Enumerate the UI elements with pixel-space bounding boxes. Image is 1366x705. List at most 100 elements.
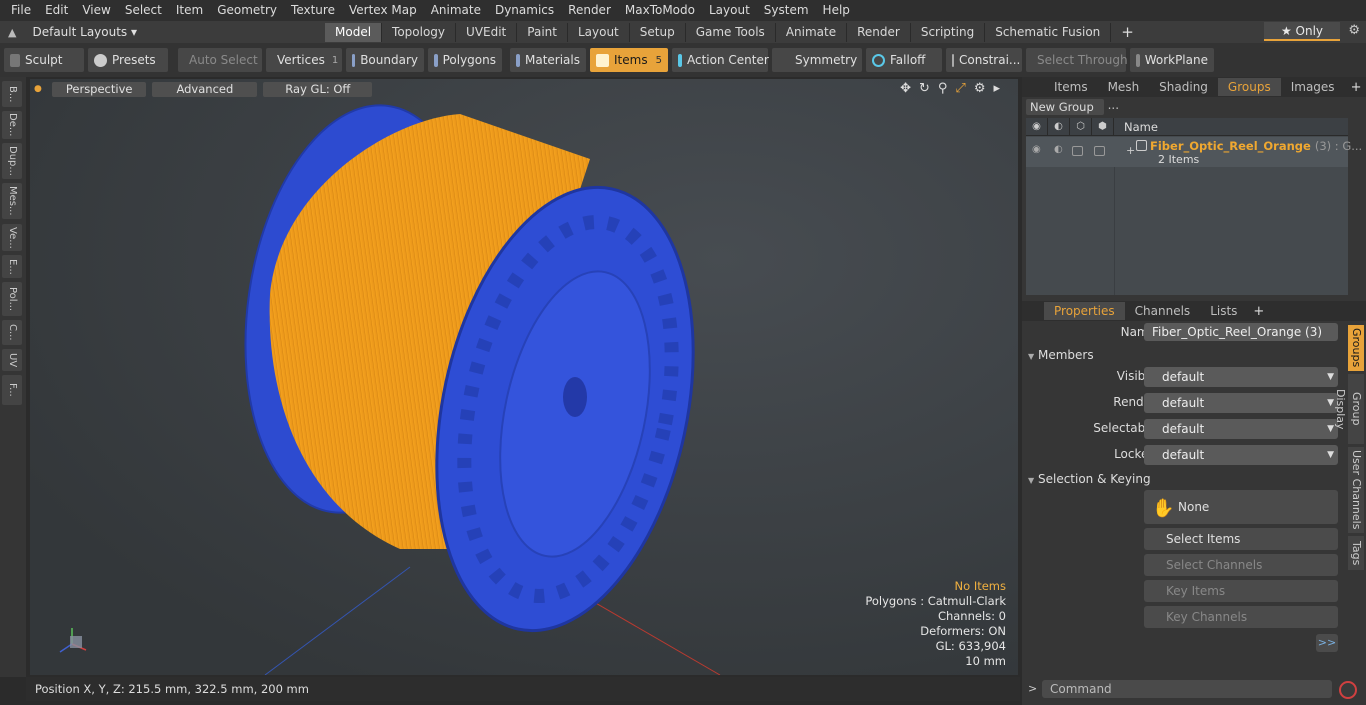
only-button[interactable]: ★ Only <box>1264 22 1340 41</box>
name-column-header[interactable]: Name <box>1124 120 1158 134</box>
menu-animate[interactable]: Animate <box>424 0 488 21</box>
tab-animate[interactable]: Animate <box>776 22 848 42</box>
tab-layout[interactable]: Layout <box>568 22 630 42</box>
left-strip-tab-0[interactable]: B... <box>2 81 22 107</box>
select-col-icon[interactable]: ⬡ <box>1070 117 1092 136</box>
gear-icon[interactable]: ⚙ <box>1348 23 1360 38</box>
default-layouts-label[interactable]: Default Layouts ▾ <box>32 25 137 39</box>
prop-tab-lists[interactable]: Lists <box>1200 302 1247 320</box>
panel-tab-items[interactable]: Items <box>1044 78 1098 96</box>
tab-scripting[interactable]: Scripting <box>911 22 986 42</box>
tab-model[interactable]: Model <box>325 22 383 42</box>
advanced-button[interactable]: Advanced <box>152 81 258 97</box>
menu-help[interactable]: Help <box>816 0 857 21</box>
tab-paint[interactable]: Paint <box>517 22 568 42</box>
menu-select[interactable]: Select <box>118 0 169 21</box>
menu-render[interactable]: Render <box>561 0 618 21</box>
tab-game-tools[interactable]: Game Tools <box>686 22 776 42</box>
workplane-button[interactable]: WorkPlane <box>1130 48 1214 72</box>
menu-geometry[interactable]: Geometry <box>210 0 284 21</box>
none-button[interactable]: ✋ None <box>1144 490 1338 524</box>
left-strip-tab-2[interactable]: Dup... <box>2 143 22 179</box>
lock-col-icon[interactable]: ⬢ <box>1092 117 1114 136</box>
locked-select[interactable]: default ▼ <box>1144 445 1338 465</box>
menu-system[interactable]: System <box>757 0 816 21</box>
add-tab-icon[interactable]: + <box>1111 23 1144 41</box>
menu-file[interactable]: File <box>4 0 38 21</box>
prop-add-tab-icon[interactable]: + <box>1247 304 1270 319</box>
left-strip-tab-4[interactable]: Ve... <box>2 224 22 251</box>
boundary-button[interactable]: Boundary <box>346 48 424 72</box>
layouts-selector[interactable]: ▲ Default Layouts ▾ <box>0 25 325 39</box>
menu-item[interactable]: Item <box>169 0 210 21</box>
tab-topology[interactable]: Topology <box>382 22 457 42</box>
key-channels-button[interactable]: Key Channels <box>1144 606 1338 628</box>
selection-keying-section[interactable]: ▼ Selection & Keying <box>1028 472 1344 488</box>
menu-edit[interactable]: Edit <box>38 0 75 21</box>
symmetry-button[interactable]: Symmetry <box>772 48 862 72</box>
side-tab-user-channels[interactable]: User Channels <box>1348 447 1364 533</box>
falloff-button[interactable]: Falloff <box>866 48 942 72</box>
more-button[interactable]: >> <box>1316 634 1338 652</box>
select-through-button[interactable]: Select Through <box>1026 48 1128 72</box>
prop-tab-channels[interactable]: Channels <box>1125 302 1201 320</box>
group-row[interactable]: ◉ ◐ + Fiber_Optic_Reel_Orange (3) : G...… <box>1026 137 1362 167</box>
new-group-button[interactable]: New Group <box>1026 99 1104 115</box>
tab-schematic-fusion[interactable]: Schematic Fusion <box>985 22 1112 42</box>
menu-maxtomodo[interactable]: MaxToModo <box>618 0 702 21</box>
zoom-view-icon[interactable]: ⚲ <box>938 81 948 96</box>
rotate-view-icon[interactable]: ↻ <box>919 81 930 96</box>
side-tab-tags[interactable]: Tags <box>1348 536 1364 570</box>
tab-render[interactable]: Render <box>847 22 911 42</box>
members-section[interactable]: ▼ Members <box>1028 348 1344 364</box>
fit-view-icon[interactable]: ⤢ <box>955 81 965 96</box>
menu-view[interactable]: View <box>75 0 117 21</box>
materials-button[interactable]: Materials <box>510 48 586 72</box>
row-eye-icon[interactable]: ◉ <box>1032 144 1041 155</box>
menu-texture[interactable]: Texture <box>284 0 342 21</box>
render-select[interactable]: default ▼ <box>1144 393 1338 413</box>
presets-button[interactable]: Presets <box>88 48 168 72</box>
visibility-eye-icon[interactable]: ◉ <box>1026 117 1048 136</box>
left-strip-tab-6[interactable]: Pol... <box>2 282 22 316</box>
render-col-icon[interactable]: ◐ <box>1048 117 1070 136</box>
move-view-icon[interactable]: ✥ <box>900 81 911 96</box>
viewport-dot-icon[interactable]: ● <box>34 84 42 94</box>
constraints-button[interactable]: Constrai... <box>946 48 1022 72</box>
key-items-button[interactable]: Key Items <box>1144 580 1338 602</box>
action-center-button[interactable]: Action Center <box>672 48 769 72</box>
side-tab-group-display[interactable]: Group Display <box>1334 374 1364 444</box>
panel-add-tab-icon[interactable]: + <box>1345 80 1366 95</box>
selectable-select[interactable]: default ▼ <box>1144 419 1338 439</box>
tab-uvedit[interactable]: UVEdit <box>456 22 518 42</box>
menu-layout[interactable]: Layout <box>702 0 757 21</box>
sculpt-button[interactable]: Sculpt <box>4 48 84 72</box>
row-lock-box[interactable] <box>1094 146 1105 156</box>
left-strip-tab-3[interactable]: Mes... <box>2 183 22 219</box>
prop-tab-properties[interactable]: Properties <box>1044 302 1125 320</box>
left-strip-tab-5[interactable]: E... <box>2 255 22 278</box>
left-strip-tab-8[interactable]: UV <box>2 349 22 371</box>
row-render-icon[interactable]: ◐ <box>1054 144 1063 155</box>
raygl-button[interactable]: Ray GL: Off <box>263 81 373 97</box>
left-strip-tab-1[interactable]: De... <box>2 111 22 139</box>
group-name[interactable]: Fiber_Optic_Reel_Orange (3) : G... <box>1150 139 1362 153</box>
left-strip-tab-9[interactable]: F... <box>2 375 22 405</box>
tab-setup[interactable]: Setup <box>630 22 686 42</box>
menu-vertex-map[interactable]: Vertex Map <box>342 0 424 21</box>
viewport-gear-icon[interactable]: ⚙ <box>974 81 986 96</box>
row-select-box[interactable] <box>1072 146 1083 156</box>
side-tab-groups[interactable]: Groups <box>1348 325 1364 371</box>
auto-select-button[interactable]: Auto Select <box>178 48 262 72</box>
select-items-button[interactable]: Select Items <box>1144 528 1338 550</box>
vertices-button[interactable]: Vertices 1 <box>266 48 342 72</box>
visible-select[interactable]: default ▼ <box>1144 367 1338 387</box>
3d-viewport[interactable]: ● Perspective Advanced Ray GL: Off ✥ ↻ ⚲… <box>30 79 1018 675</box>
expand-plus-icon[interactable]: + <box>1126 144 1135 157</box>
record-icon[interactable] <box>1339 681 1357 699</box>
panel-tab-images[interactable]: Images <box>1281 78 1345 96</box>
left-strip-tab-7[interactable]: C... <box>2 320 22 345</box>
menu-dynamics[interactable]: Dynamics <box>488 0 561 21</box>
panel-tab-mesh[interactable]: Mesh ... <box>1098 78 1150 112</box>
name-field[interactable]: Fiber_Optic_Reel_Orange (3) <box>1144 323 1338 341</box>
